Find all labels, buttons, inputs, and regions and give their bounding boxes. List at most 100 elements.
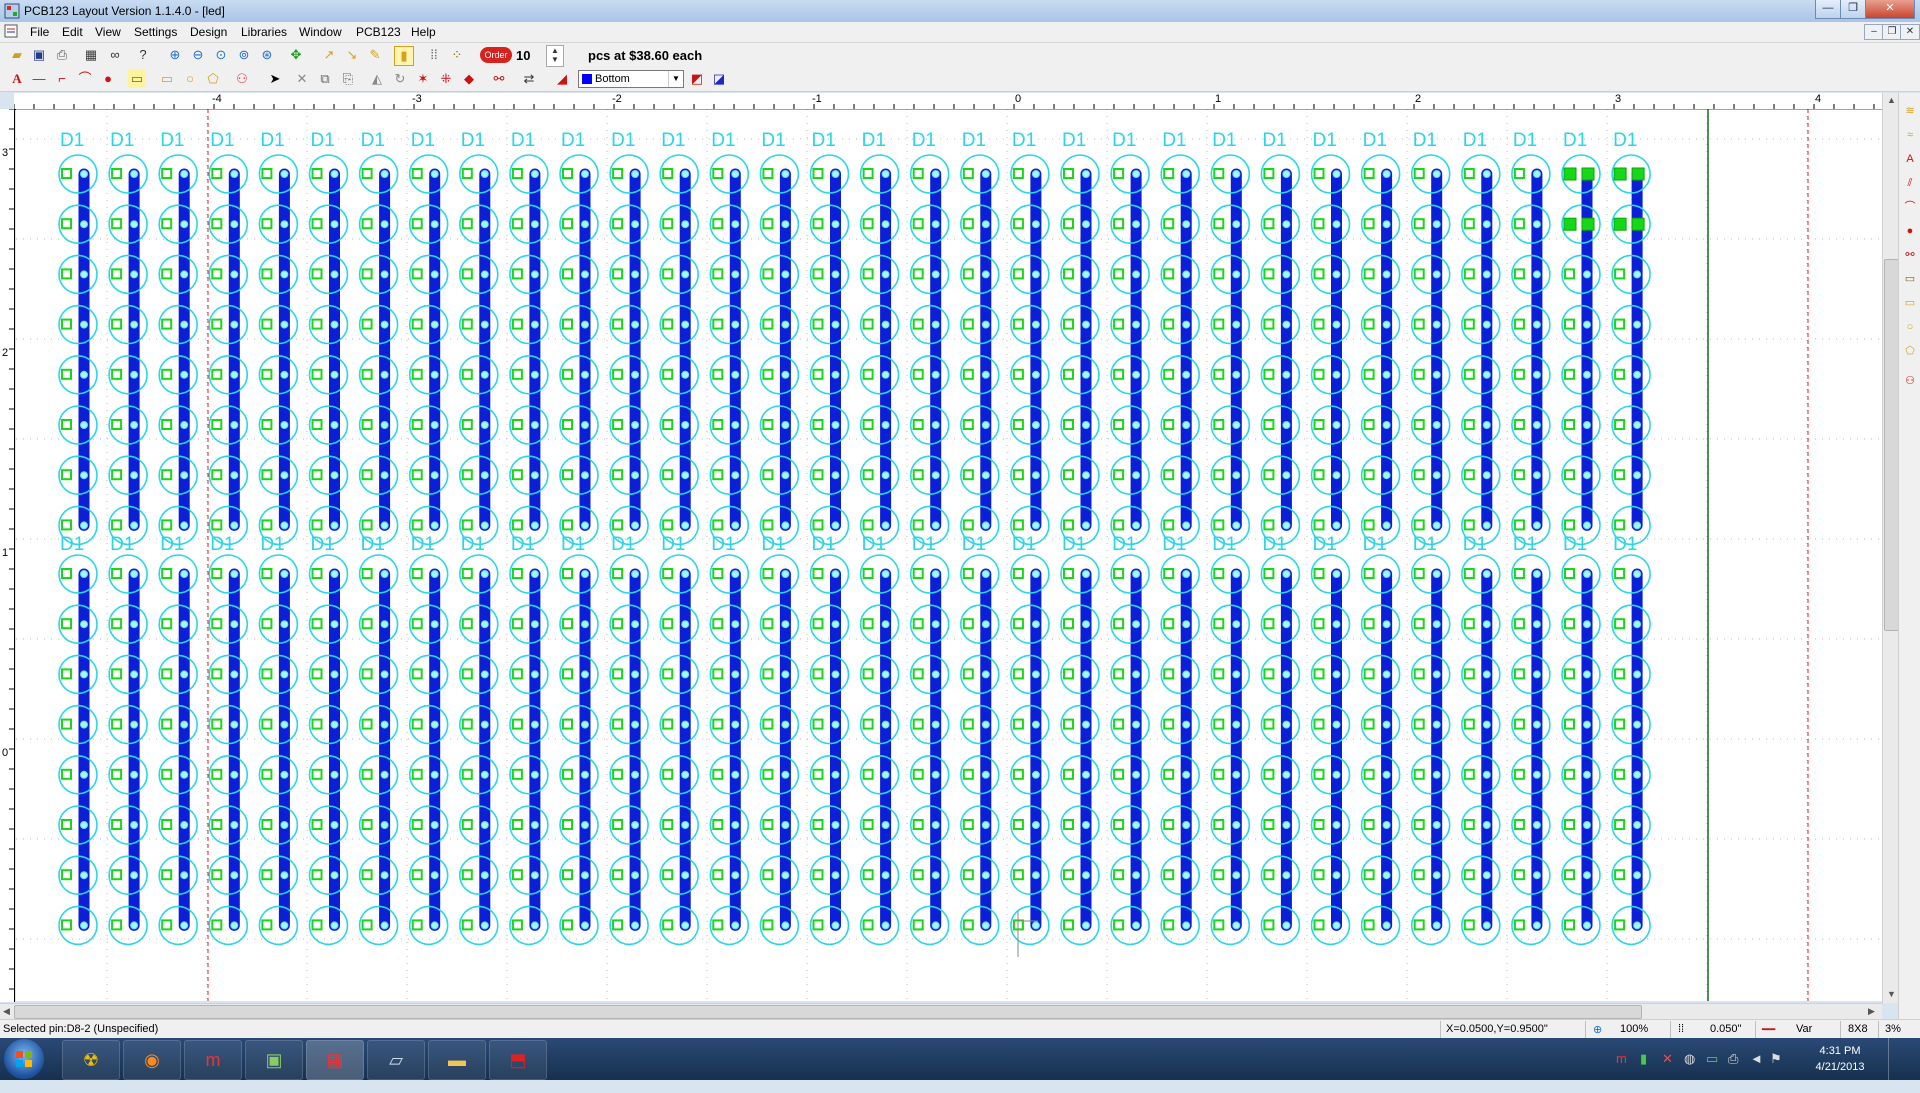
text-icon[interactable]: A [1902,151,1918,167]
taskbar-clock[interactable]: 4:31 PM 4/21/2013 [1795,1043,1885,1075]
ratsnest-panel-icon[interactable]: ⚇ [1902,373,1918,389]
save-icon[interactable]: ▣ [30,46,48,64]
menu-edit[interactable]: Edit [58,22,87,42]
menu-libraries[interactable]: Libraries [237,22,291,42]
components-icon[interactable]: ▭ [1902,271,1918,287]
scroll-right-icon[interactable]: ▶ [1868,1006,1875,1017]
show-desktop-button[interactable] [1888,1038,1919,1080]
tray-app-icon[interactable]: m [1616,1051,1627,1093]
pcb-canvas[interactable]: D1 D1 D1 D1 D1 D1 D1 D1 D1 D1 D1 D1 D1 D1 D1 D1 D1 D1 D1 D1… [16,109,1882,1001]
maximize-button[interactable]: ❐ [1840,0,1866,19]
zoom-out-icon[interactable]: ⊖ [189,46,207,64]
ratsnest-icon[interactable]: ✶ [414,70,432,88]
route-icon[interactable]: ↗ [320,46,338,64]
tray-volume-icon[interactable]: ◄ [1750,1051,1763,1093]
mdi-minimize-button[interactable]: – [1864,24,1884,40]
open-icon[interactable]: ▰ [8,46,26,64]
top-layer-icon[interactable]: ◩ [688,70,706,88]
bottom-layer-icon[interactable]: ◪ [710,70,728,88]
round-pad-icon[interactable]: ○ [181,70,199,88]
text-tool-icon[interactable]: A [8,70,26,88]
tray-printer-icon[interactable]: ⎙ [1728,1051,1738,1093]
grid-snap-icon[interactable]: ⁘ [448,46,466,64]
zoom-in-icon[interactable]: ⊕ [166,46,184,64]
grid-dots-icon[interactable]: ⁞⁞ [425,46,443,64]
flip-icon[interactable]: ◭ [368,70,386,88]
paste-icon[interactable]: ⎘ [339,70,357,88]
autoroute-icon[interactable]: ↘ [343,46,361,64]
taskbar-m-app-icon[interactable]: m [184,1040,242,1080]
rotate-icon[interactable]: ↻ [391,70,409,88]
order-quantity[interactable]: 10 [516,48,530,63]
taskbar-radiation-app-icon[interactable]: ☢ [62,1040,120,1080]
scroll-up-icon[interactable]: ▲ [1887,95,1896,105]
layers-on-icon[interactable]: ≋ [1902,103,1918,119]
taskbar-paper-icon[interactable]: ▱ [367,1040,425,1080]
menu-file[interactable]: File [26,22,53,42]
help-pointer-icon[interactable]: ? [134,46,152,64]
poly-pads-icon[interactable]: ⬠ [1902,343,1918,359]
chevron-down-icon[interactable]: ▼ [668,71,683,87]
tray-battery-icon[interactable]: ▭ [1706,1051,1718,1093]
mdi-close-button[interactable]: ✕ [1900,24,1920,40]
taskbar-pdf-icon[interactable]: ⬒ [489,1040,547,1080]
pan-icon[interactable]: ✥ [287,46,305,64]
tray-flag-icon[interactable]: ⚑ [1770,1051,1782,1093]
vertical-scrollbar[interactable]: ▲ ▼ [1882,93,1899,1003]
trace-tool-icon[interactable]: ⌐ [53,70,71,88]
highlight-icon[interactable]: ▮ [394,46,414,66]
taskbar-folder-icon[interactable]: ▬ [428,1040,486,1080]
vias-icon[interactable]: ● [1902,223,1918,239]
menu-window[interactable]: Window [295,22,346,42]
layer-paint-icon[interactable]: ◢ [553,70,571,88]
copy-icon[interactable]: ⧉ [316,70,334,88]
nets-icon[interactable]: ⚯ [1902,247,1918,263]
line-tool-icon[interactable]: — [30,70,48,88]
select-arrow-icon[interactable]: ➤ [266,70,284,88]
zoom-fit-icon[interactable]: ⊚ [235,46,253,64]
via-tool-icon[interactable]: ● [99,70,117,88]
mdi-restore-button[interactable]: ❐ [1882,24,1902,40]
polygon-pad-icon[interactable]: ⬠ [204,70,222,88]
delete-icon[interactable]: ✕ [293,70,311,88]
start-button[interactable] [4,1039,44,1079]
calculator-icon[interactable]: ▦ [82,46,100,64]
vertical-scroll-thumb[interactable] [1884,259,1899,631]
rect-pad-icon[interactable]: ▭ [158,70,176,88]
menu-settings[interactable]: Settings [130,22,181,42]
arc-tool-icon[interactable]: ⌒ [76,70,94,88]
component-tool-icon[interactable]: ▭ [128,70,146,88]
binoculars-icon[interactable]: ∞ [106,46,124,64]
traces-icon[interactable]: ⫽ [1902,175,1918,191]
tray-green-icon[interactable]: ▮ [1640,1051,1647,1093]
menu-view[interactable]: View [91,22,125,42]
arcs-icon[interactable]: ⌒ [1902,199,1918,215]
horizontal-scroll-thumb[interactable] [14,1005,1642,1019]
round-pads-icon[interactable]: ○ [1902,319,1918,335]
menu-pcb123[interactable]: PCB123 [352,22,405,42]
menu-design[interactable]: Design [186,22,231,42]
minimize-button[interactable]: — [1815,0,1841,19]
scroll-down-icon[interactable]: ▼ [1887,989,1896,999]
menu-help[interactable]: Help [407,22,440,42]
scroll-left-icon[interactable]: ◀ [3,1006,10,1017]
close-button[interactable]: ✕ [1865,0,1915,19]
tray-network-icon[interactable]: ◍ [1684,1051,1695,1093]
connect-icon[interactable]: ⚯ [490,70,508,88]
netlist-icon[interactable]: ⚇ [233,70,251,88]
print-icon[interactable]: ⎙ [53,46,71,64]
taskbar-pcb-viewer-icon[interactable]: ▣ [245,1040,303,1080]
taskbar-pcb123-icon[interactable]: ▦ [306,1040,364,1080]
pcb-board[interactable]: D1 D1 D1 D1 D1 D1 D1 D1 D1 D1 D1 D1 D1 D1 D1 D1 D1 D1 D1 D1… [16,109,1882,1001]
zoom-window-icon[interactable]: ⊙ [212,46,230,64]
order-button[interactable]: Order [480,47,512,63]
pads-icon[interactable]: ▭ [1902,295,1918,311]
tray-close-icon[interactable]: ✕ [1662,1051,1673,1093]
swap-icon[interactable]: ⇄ [520,70,538,88]
quantity-stepper[interactable]: ▲ ▼ [546,45,564,67]
layer-select[interactable]: Bottom ▼ [578,70,684,88]
erase-icon[interactable]: ◆ [460,70,478,88]
horizontal-scrollbar[interactable]: ◀ ▶ [0,1003,1882,1020]
drc-icon[interactable]: ✎ [366,46,384,64]
layers-off-icon[interactable]: ≈ [1902,127,1918,143]
